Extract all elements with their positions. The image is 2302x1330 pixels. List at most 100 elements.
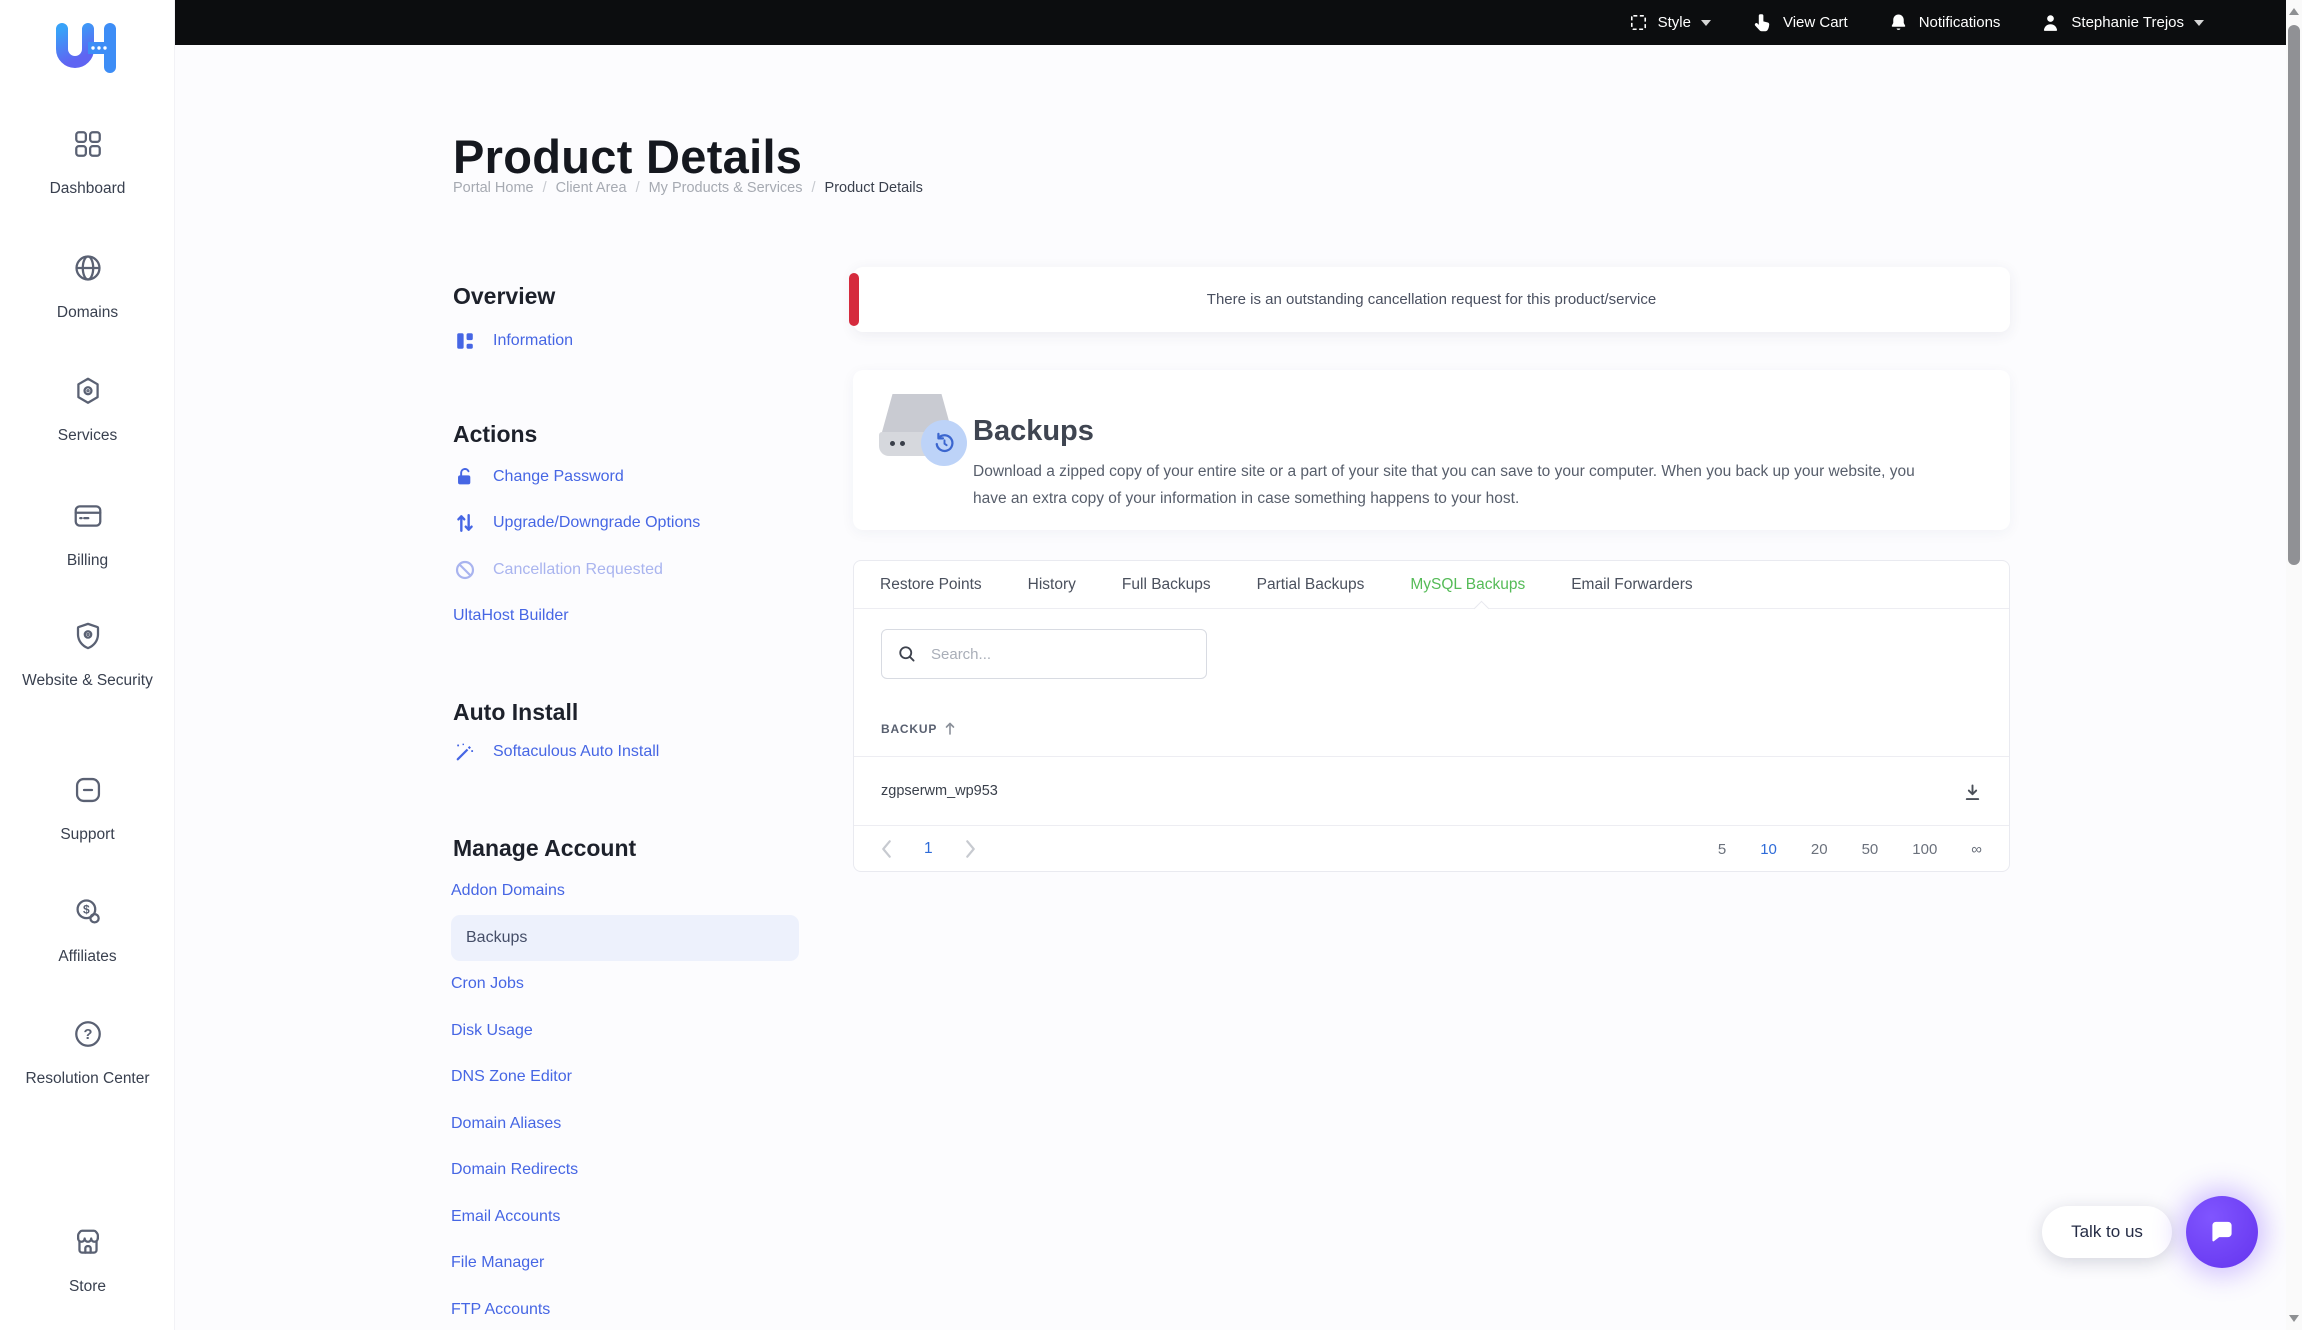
- manage-item-backups[interactable]: Backups: [451, 915, 799, 962]
- alert-message: There is an outstanding cancellation req…: [1207, 291, 1656, 308]
- search-input[interactable]: [929, 645, 1191, 664]
- sidebar-item-label: Store: [0, 1276, 175, 1297]
- svg-text:?: ?: [83, 1027, 92, 1043]
- cancellation-alert: There is an outstanding cancellation req…: [853, 267, 2010, 332]
- backups-description: Download a zipped copy of your entire si…: [973, 458, 1948, 512]
- upgrade-downgrade-label: Upgrade/Downgrade Options: [493, 514, 700, 532]
- cancellation-requested-label: Cancellation Requested: [493, 561, 663, 579]
- manage-item-domain-redirects[interactable]: Domain Redirects: [451, 1147, 799, 1194]
- page-size-10[interactable]: 10: [1760, 841, 1777, 858]
- softaculous-link[interactable]: Softaculous Auto Install: [454, 737, 659, 767]
- breadcrumb-my-products[interactable]: My Products & Services: [649, 180, 803, 196]
- scroll-up-arrow[interactable]: [2289, 8, 2299, 15]
- talk-to-us-label: Talk to us: [2071, 1222, 2143, 1242]
- manage-item-email-accounts[interactable]: Email Accounts: [451, 1194, 799, 1241]
- tab-full-backups[interactable]: Full Backups: [1122, 576, 1211, 594]
- page-size-5[interactable]: 5: [1718, 841, 1726, 858]
- scrollbar: [2286, 0, 2302, 1330]
- change-password-link[interactable]: Change Password: [454, 462, 624, 492]
- ultahost-logo[interactable]: [46, 20, 128, 81]
- breadcrumb-separator: /: [812, 180, 816, 196]
- tab-restore-points[interactable]: Restore Points: [880, 576, 982, 594]
- download-button[interactable]: [1959, 779, 1985, 805]
- sidebar-item-label: Resolution Center: [0, 1068, 175, 1089]
- chevron-down-icon: [1701, 20, 1711, 26]
- sidebar-item-billing[interactable]: Billing: [0, 500, 175, 571]
- scrollbar-thumb[interactable]: [2288, 25, 2300, 565]
- sidebar-item-label: Services: [0, 425, 175, 446]
- backups-card: Backups Download a zipped copy of your e…: [853, 370, 2010, 530]
- message-square-icon: [72, 774, 104, 806]
- page-size-100[interactable]: 100: [1912, 841, 1937, 858]
- sidebar-item-label: Domains: [0, 302, 175, 323]
- manage-item-ftp-accounts[interactable]: FTP Accounts: [451, 1287, 799, 1330]
- sidebar-item-support[interactable]: Support: [0, 774, 175, 845]
- download-icon: [1962, 782, 1983, 803]
- pagination: 1 5 10 20 50 100 ∞: [854, 826, 2009, 872]
- information-link[interactable]: Information: [454, 326, 573, 356]
- prev-page-button[interactable]: [881, 840, 892, 858]
- question-circle-icon: ?: [72, 1018, 104, 1050]
- sidebar-item-store[interactable]: Store: [0, 1226, 175, 1297]
- ban-icon: [454, 559, 476, 581]
- breadcrumb-client-area[interactable]: Client Area: [556, 180, 627, 196]
- manage-item-domain-aliases[interactable]: Domain Aliases: [451, 1101, 799, 1148]
- talk-to-us-bubble[interactable]: Talk to us: [2042, 1206, 2172, 1258]
- alert-red-bar: [849, 273, 859, 326]
- page-size-options: 5 10 20 50 100 ∞: [1718, 841, 1982, 858]
- page-size-50[interactable]: 50: [1862, 841, 1879, 858]
- scroll-down-arrow[interactable]: [2289, 1315, 2299, 1322]
- tab-mysql-backups[interactable]: MySQL Backups: [1410, 576, 1525, 594]
- tab-history[interactable]: History: [1028, 576, 1076, 594]
- dollar-coin-icon: $: [72, 896, 104, 928]
- manage-item-file-manager[interactable]: File Manager: [451, 1240, 799, 1287]
- grid-icon: [72, 128, 104, 160]
- view-cart-button[interactable]: View Cart: [1751, 12, 1848, 34]
- credit-card-icon: [72, 500, 104, 532]
- page-size-20[interactable]: 20: [1811, 841, 1828, 858]
- chevron-down-icon: [2194, 20, 2204, 26]
- upgrade-downgrade-link[interactable]: Upgrade/Downgrade Options: [454, 508, 700, 538]
- style-icon: [1629, 13, 1648, 32]
- up-down-arrows-icon: [454, 512, 476, 534]
- shield-icon: [72, 620, 104, 652]
- manage-item-disk-usage[interactable]: Disk Usage: [451, 1008, 799, 1055]
- svg-text:$: $: [83, 903, 90, 917]
- sidebar-item-website-security[interactable]: Website & Security: [0, 620, 175, 691]
- next-page-button[interactable]: [965, 840, 976, 858]
- ultahost-builder-link[interactable]: UltaHost Builder: [453, 601, 569, 631]
- information-label: Information: [493, 332, 573, 350]
- tab-email-forwarders[interactable]: Email Forwarders: [1571, 576, 1692, 594]
- page-number[interactable]: 1: [924, 840, 933, 858]
- product-details-page: Dashboard Domains Services Billing Websi…: [0, 0, 2302, 1330]
- sort-up-icon: [944, 721, 956, 736]
- sidebar-item-dashboard[interactable]: Dashboard: [0, 128, 175, 199]
- style-menu[interactable]: Style: [1629, 13, 1711, 32]
- sidebar: Dashboard Domains Services Billing Websi…: [0, 0, 175, 1330]
- user-menu[interactable]: Stephanie Trejos: [2040, 12, 2204, 33]
- sidebar-item-resolution-center[interactable]: ? Resolution Center: [0, 1018, 175, 1089]
- manage-item-dns-zone-editor[interactable]: DNS Zone Editor: [451, 1054, 799, 1101]
- cart-hand-icon: [1751, 12, 1773, 34]
- chat-launcher-button[interactable]: [2186, 1196, 2258, 1268]
- manage-item-cron-jobs[interactable]: Cron Jobs: [451, 961, 799, 1008]
- change-password-label: Change Password: [493, 468, 624, 486]
- tab-partial-backups[interactable]: Partial Backups: [1257, 576, 1365, 594]
- sidebar-item-affiliates[interactable]: $ Affiliates: [0, 896, 175, 967]
- ultahost-logo-icon: [46, 20, 128, 76]
- breadcrumb-portal-home[interactable]: Portal Home: [453, 180, 534, 196]
- table-row: zgpserwm_wp953: [854, 757, 2009, 825]
- sidebar-item-label: Dashboard: [0, 178, 175, 199]
- notifications-label: Notifications: [1919, 14, 2001, 31]
- globe-icon: [72, 252, 104, 284]
- notifications-button[interactable]: Notifications: [1888, 12, 2001, 33]
- sidebar-item-services[interactable]: Services: [0, 375, 175, 446]
- auto-install-heading: Auto Install: [453, 699, 578, 726]
- breadcrumb: Portal Home / Client Area / My Products …: [453, 180, 923, 196]
- page-size-unlimited[interactable]: ∞: [1971, 841, 1982, 858]
- breadcrumb-separator: /: [636, 180, 640, 196]
- backup-column-header[interactable]: BACKUP: [881, 721, 956, 736]
- manage-item-addon-domains[interactable]: Addon Domains: [451, 868, 799, 915]
- sidebar-item-domains[interactable]: Domains: [0, 252, 175, 323]
- sidebar-item-label: Website & Security: [0, 670, 175, 691]
